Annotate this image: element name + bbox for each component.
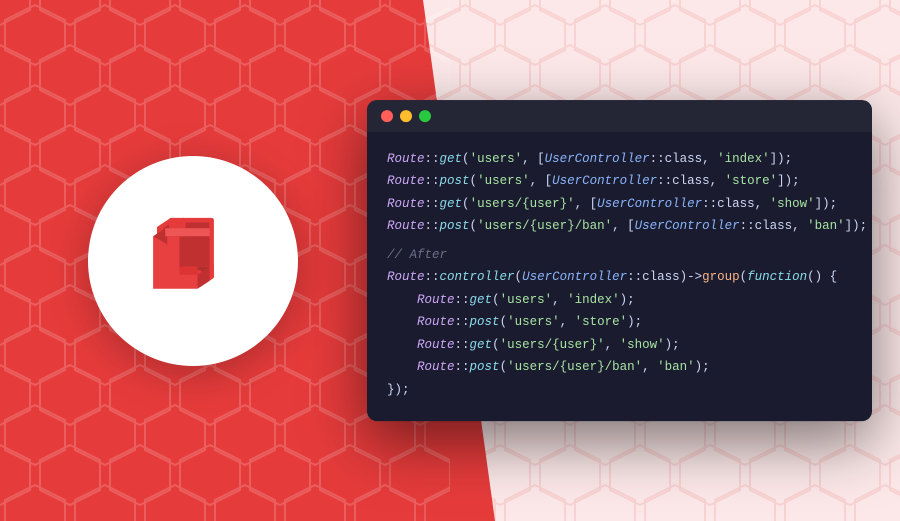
code-line-4: Route::post('users/{user}/ban', [UserCon… (387, 215, 852, 238)
code-after-6: }); (387, 379, 852, 402)
code-line-2: Route::post('users', [UserController::cl… (387, 170, 852, 193)
code-line-3: Route::get('users/{user}', [UserControll… (387, 193, 852, 216)
code-after-1: Route::controller(UserController::class)… (387, 266, 852, 289)
code-comment: // After (387, 244, 852, 267)
code-after-3: Route::post('users', 'store'); (387, 311, 852, 334)
code-after-2: Route::get('users', 'index'); (387, 289, 852, 312)
window-titlebar (367, 100, 872, 132)
code-window: Route::get('users', [UserController::cla… (367, 100, 872, 422)
laravel-logo-circle (88, 156, 298, 366)
laravel-icon (141, 208, 246, 313)
code-line-1: Route::get('users', [UserController::cla… (387, 148, 852, 171)
code-body: Route::get('users', [UserController::cla… (367, 132, 872, 422)
dot-close[interactable] (381, 110, 393, 122)
code-after-4: Route::get('users/{user}', 'show'); (387, 334, 852, 357)
code-after-5: Route::post('users/{user}/ban', 'ban'); (387, 356, 852, 379)
dot-minimize[interactable] (400, 110, 412, 122)
dot-maximize[interactable] (419, 110, 431, 122)
